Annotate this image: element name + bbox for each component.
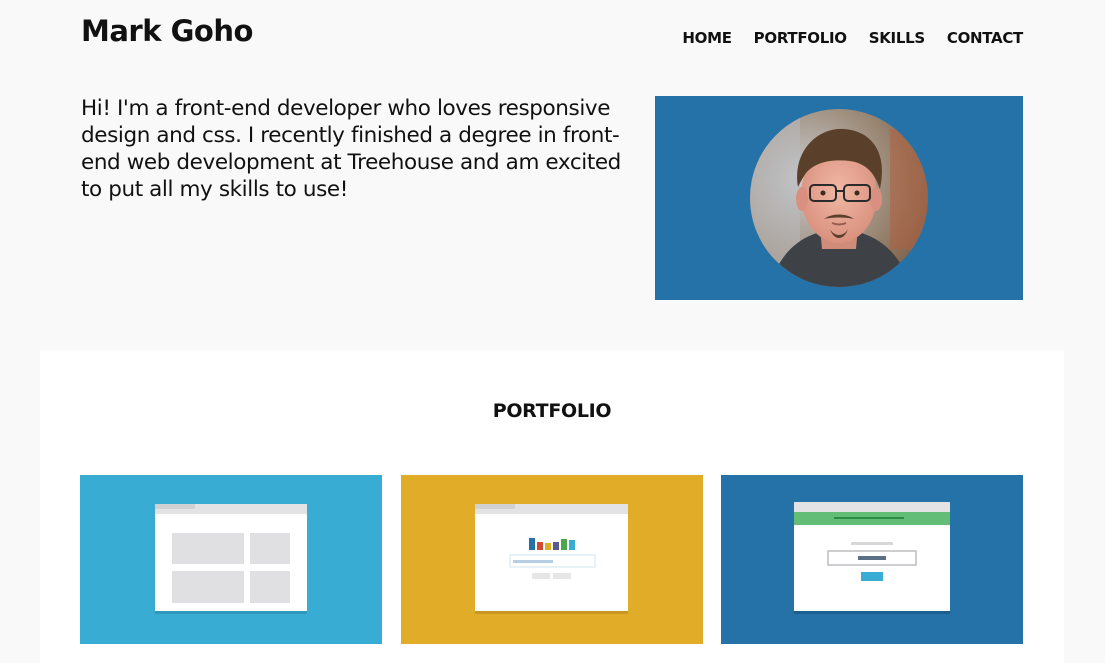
- portfolio-card-2[interactable]: [401, 475, 703, 644]
- intro-text: Hi! I'm a front-end developer who loves …: [81, 96, 621, 202]
- profile-photo-panel: [655, 96, 1023, 300]
- portfolio-heading: PORTFOLIO: [492, 400, 612, 422]
- nav-home[interactable]: HOME: [682, 29, 732, 47]
- site-title[interactable]: Mark Goho: [81, 14, 253, 48]
- nav-portfolio[interactable]: PORTFOLIO: [754, 29, 847, 47]
- avatar: [750, 109, 928, 287]
- nav-contact[interactable]: CONTACT: [947, 29, 1023, 47]
- portfolio-card-1[interactable]: [80, 475, 382, 644]
- form-mockup-thumbnail: [721, 475, 1023, 644]
- portfolio-section: PORTFOLIO: [40, 350, 1064, 663]
- layout-grid-mockup-thumbnail: [80, 475, 382, 644]
- site-header: Mark Goho HOME PORTFOLIO SKILLS CONTACT: [81, 14, 1023, 54]
- portfolio-card-3[interactable]: [721, 475, 1023, 644]
- main-nav: HOME PORTFOLIO SKILLS CONTACT: [660, 29, 1023, 47]
- bar-chart-mockup-thumbnail: [401, 475, 703, 644]
- nav-skills[interactable]: SKILLS: [869, 29, 925, 47]
